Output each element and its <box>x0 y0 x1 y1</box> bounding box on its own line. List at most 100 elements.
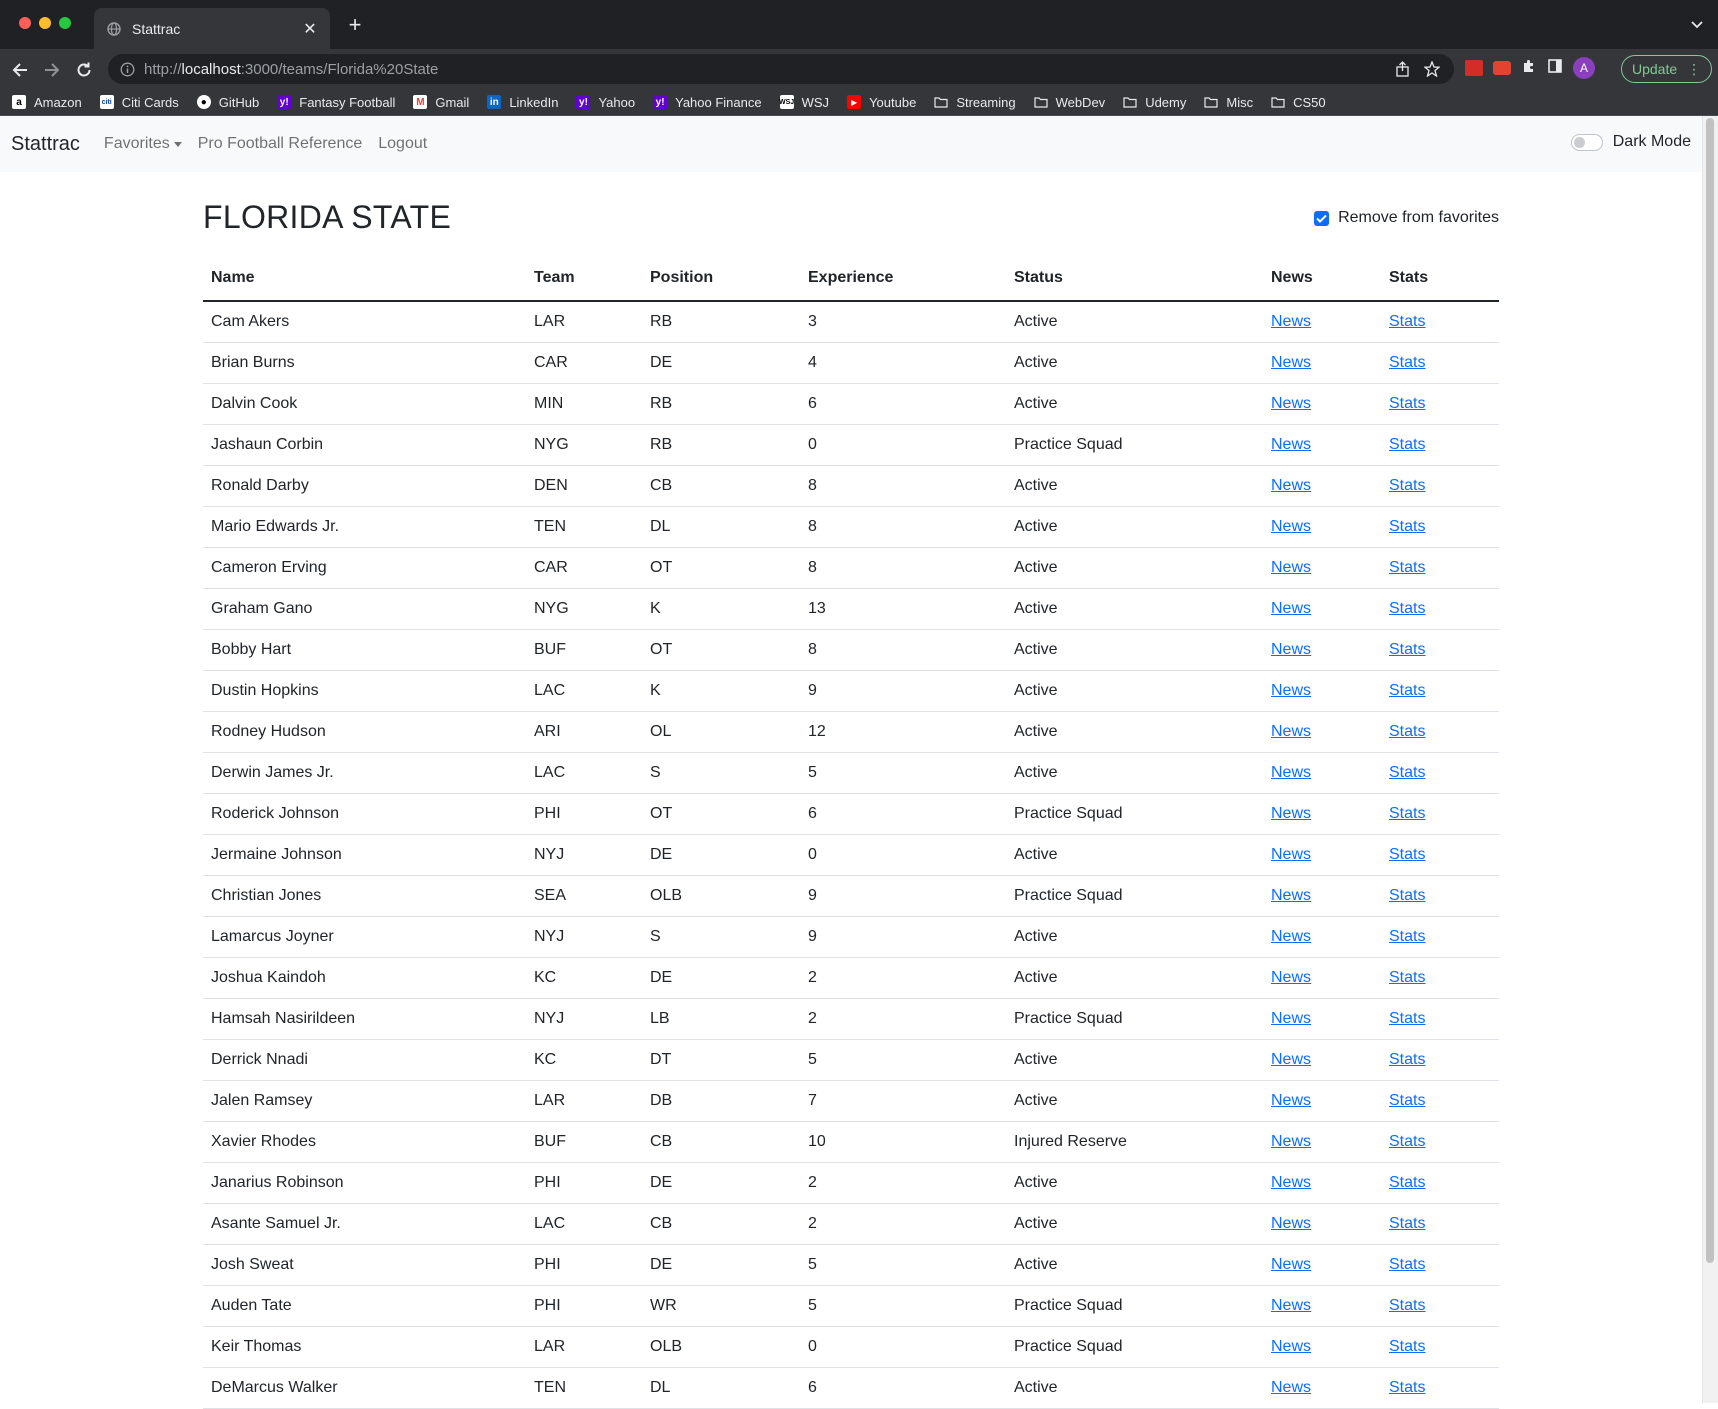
lastpass-extension-icon[interactable] <box>1465 60 1483 76</box>
dark-mode-toggle[interactable]: Dark Mode <box>1570 133 1691 151</box>
stats-link[interactable]: Stats <box>1389 723 1425 740</box>
stats-link[interactable]: Stats <box>1389 1092 1425 1109</box>
profile-avatar[interactable]: A <box>1573 57 1595 79</box>
navbar-brand[interactable]: Stattrac <box>11 133 80 156</box>
bookmark-folder[interactable]: CS50 <box>1271 95 1326 110</box>
site-info-icon[interactable] <box>119 61 135 77</box>
stats-link[interactable]: Stats <box>1389 559 1425 576</box>
stats-link[interactable]: Stats <box>1389 641 1425 658</box>
news-link[interactable]: News <box>1271 1338 1311 1355</box>
news-link[interactable]: News <box>1271 1297 1311 1314</box>
minimize-window-button[interactable] <box>39 17 51 29</box>
stats-link[interactable]: Stats <box>1389 805 1425 822</box>
news-link[interactable]: News <box>1271 969 1311 986</box>
stats-link[interactable]: Stats <box>1389 1297 1425 1314</box>
bookmark-item[interactable]: M Gmail <box>413 95 469 110</box>
news-link[interactable]: News <box>1271 436 1311 453</box>
page-scrollbar[interactable] <box>1702 116 1718 1403</box>
stats-link[interactable]: Stats <box>1389 1256 1425 1273</box>
stats-link[interactable]: Stats <box>1389 969 1425 986</box>
news-link[interactable]: News <box>1271 846 1311 863</box>
news-link[interactable]: News <box>1271 928 1311 945</box>
bookmark-folder[interactable]: Udemy <box>1123 95 1186 110</box>
update-button[interactable]: Update ⋮ <box>1621 55 1713 83</box>
news-link[interactable]: News <box>1271 1010 1311 1027</box>
news-link[interactable]: News <box>1271 1133 1311 1150</box>
stats-link[interactable]: Stats <box>1389 1174 1425 1191</box>
stats-link[interactable]: Stats <box>1389 1051 1425 1068</box>
stats-link[interactable]: Stats <box>1389 764 1425 781</box>
bookmark-item[interactable]: ▶ Youtube <box>847 95 916 110</box>
bookmark-folder[interactable]: WebDev <box>1033 95 1105 110</box>
bookmark-item[interactable]: citi Citi Cards <box>99 95 179 110</box>
news-link[interactable]: News <box>1271 1215 1311 1232</box>
stats-link[interactable]: Stats <box>1389 1215 1425 1232</box>
tab-search-chevron-icon[interactable] <box>1690 17 1704 35</box>
reload-icon[interactable] <box>73 59 95 81</box>
bookmark-item[interactable]: a Amazon <box>12 95 82 110</box>
bookmark-star-icon[interactable] <box>1423 60 1441 81</box>
favorites-dropdown[interactable]: Favorites <box>104 135 182 153</box>
stats-link[interactable]: Stats <box>1389 887 1425 904</box>
logout-link[interactable]: Logout <box>378 135 427 153</box>
news-link[interactable]: News <box>1271 600 1311 617</box>
maximize-window-button[interactable] <box>59 17 71 29</box>
favorite-checkbox-group[interactable]: Remove from favorites <box>1314 209 1499 227</box>
news-link[interactable]: News <box>1271 477 1311 494</box>
stats-link[interactable]: Stats <box>1389 1379 1425 1396</box>
bookmark-folder[interactable]: Streaming <box>934 95 1016 110</box>
stats-link[interactable]: Stats <box>1389 846 1425 863</box>
stats-link[interactable]: Stats <box>1389 436 1425 453</box>
puzzle-extensions-icon[interactable] <box>1521 58 1537 79</box>
stats-link[interactable]: Stats <box>1389 354 1425 371</box>
news-link[interactable]: News <box>1271 354 1311 371</box>
browser-tab[interactable]: Stattrac ✕ <box>94 8 330 49</box>
new-tab-icon[interactable]: + <box>343 14 367 36</box>
favorite-checkbox[interactable] <box>1314 210 1330 226</box>
news-link[interactable]: News <box>1271 1379 1311 1396</box>
stats-link[interactable]: Stats <box>1389 313 1425 330</box>
bookmark-item[interactable]: in LinkedIn <box>487 95 558 110</box>
bookmark-item[interactable]: y! Yahoo Finance <box>653 95 762 110</box>
news-link[interactable]: News <box>1271 723 1311 740</box>
news-link[interactable]: News <box>1271 682 1311 699</box>
news-link[interactable]: News <box>1271 395 1311 412</box>
news-link[interactable]: News <box>1271 1174 1311 1191</box>
back-arrow-icon[interactable] <box>9 59 31 81</box>
side-panel-icon[interactable] <box>1547 58 1563 79</box>
stats-link[interactable]: Stats <box>1389 477 1425 494</box>
bookmark-item[interactable]: WSJ WSJ <box>779 95 829 110</box>
news-link[interactable]: News <box>1271 313 1311 330</box>
news-link[interactable]: News <box>1271 641 1311 658</box>
stats-link[interactable]: Stats <box>1389 1338 1425 1355</box>
pro-football-reference-link[interactable]: Pro Football Reference <box>198 135 363 153</box>
stats-link[interactable]: Stats <box>1389 600 1425 617</box>
stats-link[interactable]: Stats <box>1389 518 1425 535</box>
forward-arrow-icon[interactable] <box>41 59 63 81</box>
news-link[interactable]: News <box>1271 1092 1311 1109</box>
stats-link[interactable]: Stats <box>1389 1133 1425 1150</box>
bookmark-item[interactable]: y! Fantasy Football <box>277 95 395 110</box>
share-icon[interactable] <box>1395 61 1410 81</box>
stats-link[interactable]: Stats <box>1389 395 1425 412</box>
news-link[interactable]: News <box>1271 887 1311 904</box>
news-link[interactable]: News <box>1271 1256 1311 1273</box>
stats-link[interactable]: Stats <box>1389 928 1425 945</box>
tab-close-icon[interactable]: ✕ <box>300 19 320 39</box>
dark-mode-switch[interactable] <box>1570 133 1603 151</box>
bookmark-item[interactable]: y! Yahoo <box>576 95 635 110</box>
close-window-button[interactable] <box>19 17 31 29</box>
news-link[interactable]: News <box>1271 559 1311 576</box>
more-vertical-icon[interactable]: ⋮ <box>1687 61 1701 78</box>
news-link[interactable]: News <box>1271 518 1311 535</box>
stats-link[interactable]: Stats <box>1389 1010 1425 1027</box>
todoist-extension-icon[interactable] <box>1493 61 1511 75</box>
scrollbar-thumb[interactable] <box>1706 118 1714 1263</box>
news-link[interactable]: News <box>1271 1051 1311 1068</box>
bookmark-item[interactable]: ● GitHub <box>196 95 259 110</box>
news-link[interactable]: News <box>1271 805 1311 822</box>
stats-link[interactable]: Stats <box>1389 682 1425 699</box>
bookmark-folder[interactable]: Misc <box>1204 95 1253 110</box>
address-bar[interactable]: http://localhost:3000/teams/Florida%20St… <box>108 54 1454 84</box>
news-link[interactable]: News <box>1271 764 1311 781</box>
